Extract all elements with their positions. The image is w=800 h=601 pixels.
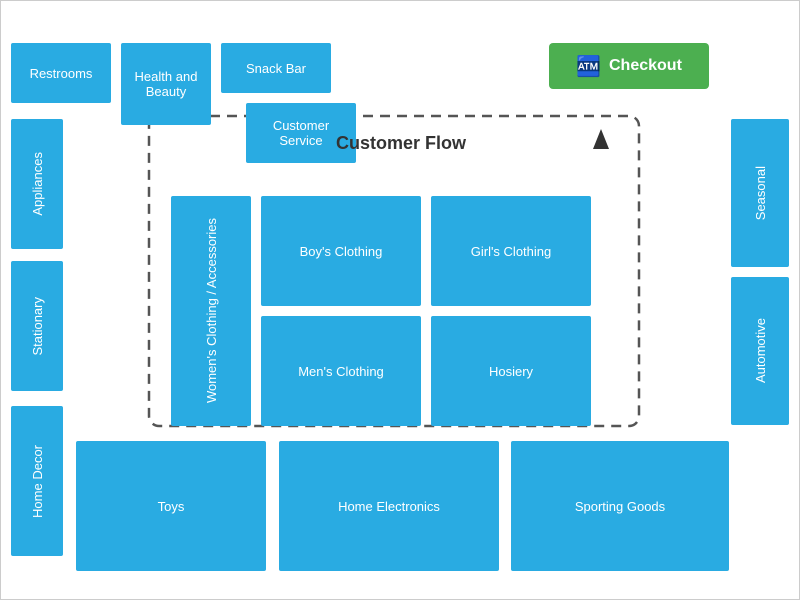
cash-register-icon: 🏧 — [576, 54, 601, 79]
dept-appliances: Appliances — [11, 119, 63, 249]
dept-stationary: Stationary — [11, 261, 63, 391]
dept-boys-clothing: Boy's Clothing — [261, 196, 421, 306]
dept-home-decor: Home Decor — [11, 406, 63, 556]
checkout-label: Checkout — [609, 57, 682, 75]
dept-hosiery: Hosiery — [431, 316, 591, 426]
dept-automotive: Automotive — [731, 277, 789, 425]
store-map: 🏧 Checkout Restrooms Health and Beauty S… — [0, 0, 800, 600]
dept-mens-clothing: Men's Clothing — [261, 316, 421, 426]
dept-toys: Toys — [76, 441, 266, 571]
dept-sporting-goods: Sporting Goods — [511, 441, 729, 571]
dept-snack-bar: Snack Bar — [221, 43, 331, 93]
dept-girls-clothing: Girl's Clothing — [431, 196, 591, 306]
arrow-up — [593, 129, 609, 149]
dept-home-electronics: Home Electronics — [279, 441, 499, 571]
dept-seasonal: Seasonal — [731, 119, 789, 267]
dept-restrooms: Restrooms — [11, 43, 111, 103]
dept-health-beauty: Health and Beauty — [121, 43, 211, 125]
dept-womens-clothing: Women's Clothing / Accessories — [171, 196, 251, 426]
checkout-button[interactable]: 🏧 Checkout — [549, 43, 709, 89]
customer-flow-label: Customer Flow — [271, 133, 531, 154]
